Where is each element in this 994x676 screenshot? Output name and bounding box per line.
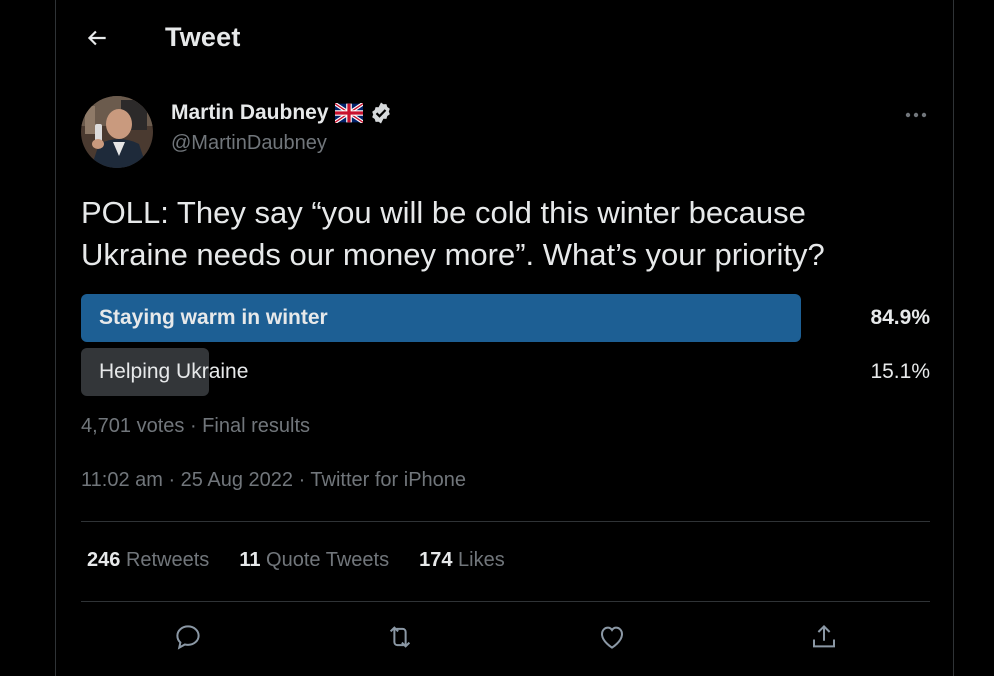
engagement-stats: 246 Retweets 11 Quote Tweets 174 Likes [87,549,505,572]
retweets-label: Retweets [125,549,210,571]
share-icon [813,624,835,648]
arrow-left-icon [87,30,106,46]
verified-badge-icon [369,101,393,125]
page-title: Tweet [165,22,241,52]
author-handle[interactable]: @MartinDaubney [171,132,327,155]
more-dots-icon [905,112,927,118]
back-button[interactable] [81,22,113,54]
tweet-timestamp[interactable]: 11:02 am · 25 Aug 2022 · Twitter for iPh… [81,469,466,492]
like-button[interactable] [589,614,635,660]
retweet-button[interactable] [377,614,423,660]
poll-option-label: Helping Ukraine [99,360,249,383]
more-options-button[interactable] [901,104,931,126]
poll-meta: 4,701 votes · Final results [81,415,310,437]
reply-button[interactable] [165,614,211,660]
quote-tweets-label: Quote Tweets [266,549,390,571]
avatar[interactable] [81,96,153,168]
divider [81,521,930,522]
poll-option-percent: 15.1% [870,360,930,383]
share-button[interactable] [801,614,847,660]
tweet-column: Tweet Martin Daubney @MartinDaubney POLL… [55,0,954,676]
author-name[interactable]: Martin Daubney [171,101,329,125]
retweets-count: 246 [87,549,121,571]
quote-tweets-stat[interactable]: 11 Quote Tweets [239,549,389,572]
author-name-row: Martin Daubney [171,101,393,125]
reply-icon [176,625,200,650]
likes-label: Likes [458,549,505,571]
likes-stat[interactable]: 174 Likes [419,549,505,572]
tweet-actions [81,614,930,660]
poll-option: Staying warm in winter 84.9% [81,294,930,342]
poll-option-label: Staying warm in winter [99,306,328,329]
uk-flag-icon [334,103,363,123]
tweet-header: Tweet [56,0,953,78]
divider [81,601,930,602]
poll-option-percent: 84.9% [870,306,930,329]
avatar-image [81,96,153,168]
quote-tweets-count: 11 [239,549,261,571]
retweets-stat[interactable]: 246 Retweets [87,549,209,572]
retweet-icon [389,626,411,648]
poll-option: Helping Ukraine 15.1% [81,348,930,396]
likes-count: 174 [419,549,453,571]
tweet-text: POLL: They say “you will be cold this wi… [81,195,825,272]
heart-icon [600,626,624,649]
